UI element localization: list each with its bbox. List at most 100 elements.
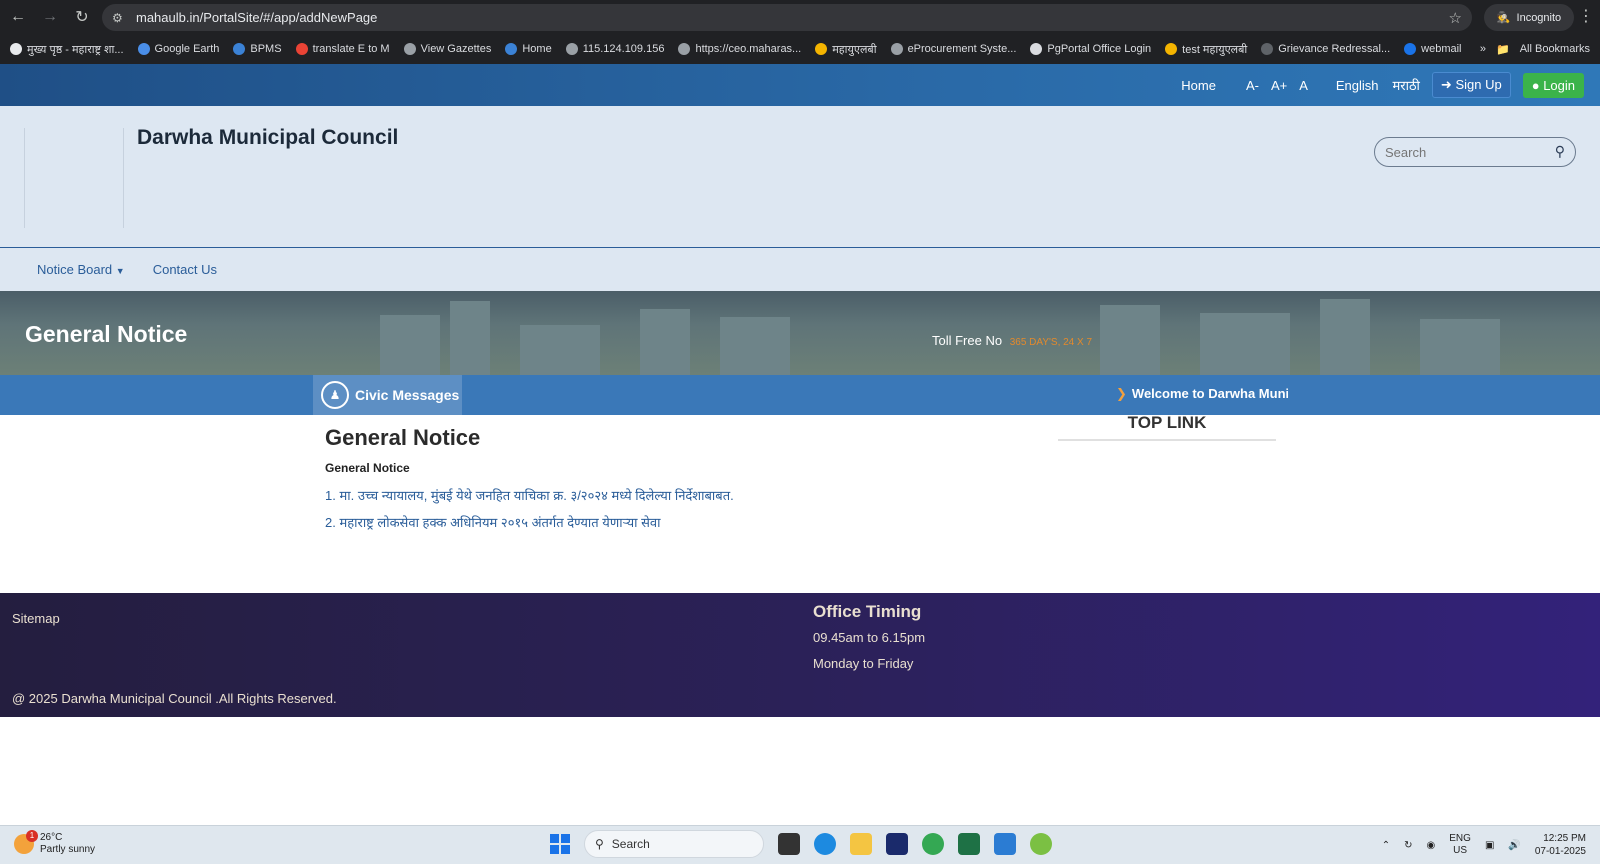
bookmark-favicon-icon: [1404, 43, 1417, 55]
banner-skyline: [380, 315, 440, 375]
banner-skyline: [1420, 319, 1500, 375]
app-green-icon[interactable]: [1030, 833, 1052, 855]
bookmark-item[interactable]: Google Earth: [137, 43, 219, 55]
office-timing-hours: 09.45am to 6.15pm: [813, 630, 926, 645]
signup-button[interactable]: ➜ Sign Up: [1431, 72, 1511, 98]
banner-skyline: [720, 317, 790, 375]
bookmark-favicon-icon: [1030, 43, 1043, 55]
civic-messages-bar: ♟ Civic Messages ❯ Welcome to Darwha Muni…: [0, 375, 1600, 415]
bookmark-item[interactable]: 115.124.109.156: [565, 43, 665, 55]
notice-link[interactable]: 1. मा. उच्च न्यायालय, मुंबई येथे जनहित य…: [325, 486, 734, 504]
login-button[interactable]: ● Login: [1522, 72, 1584, 98]
welcome-marquee: ❯ Welcome to Darwha Municip: [1116, 386, 1288, 402]
bookmark-item[interactable]: translate E to M: [295, 43, 390, 55]
font-increase-button[interactable]: A+: [1271, 78, 1287, 93]
bookmark-label: 115.124.109.156: [582, 43, 665, 55]
menu-notice-board[interactable]: Notice Board ▼: [37, 262, 125, 277]
search-input[interactable]: [1385, 144, 1545, 160]
all-bookmarks-link[interactable]: All Bookmarks: [1520, 43, 1590, 55]
bookmark-item[interactable]: PgPortal Office Login: [1030, 43, 1151, 55]
bookmark-label: translate E to M: [312, 43, 390, 55]
user-icon: ●: [1531, 77, 1540, 93]
language-indicator[interactable]: ENG US: [1449, 833, 1471, 857]
sitemap-link[interactable]: Sitemap: [12, 611, 60, 626]
caret-down-icon: ▼: [115, 266, 125, 276]
bookmark-item[interactable]: test महायुएलबी: [1165, 42, 1247, 57]
search-icon[interactable]: ⚲: [1555, 143, 1565, 160]
bookmarks-overflow-icon[interactable]: »: [1480, 43, 1486, 55]
bookmark-label: Grievance Redressal...: [1278, 43, 1391, 55]
back-arrow-icon[interactable]: ←: [4, 3, 32, 31]
chevron-right-icon: ❯: [1116, 386, 1127, 401]
banner-skyline: [1320, 299, 1370, 375]
bookmark-label: मुख्य पृष्ठ - महाराष्ट्र शा...: [27, 43, 124, 56]
bookmark-favicon-icon: [815, 43, 828, 55]
chrome-icon[interactable]: [922, 833, 944, 855]
windows-start-icon[interactable]: [550, 834, 570, 854]
group-icon: ♟: [321, 381, 349, 409]
banner-skyline: [640, 309, 690, 375]
site-info-icon[interactable]: ⚙: [112, 11, 130, 25]
taskbar-search-label: Search: [611, 837, 650, 851]
reload-icon[interactable]: ↻: [68, 3, 96, 31]
bookmark-item[interactable]: webmail: [1404, 43, 1462, 55]
bookmark-item[interactable]: View Gazettes: [403, 43, 491, 55]
font-decrease-button[interactable]: A-: [1246, 78, 1259, 93]
search-icon: ⚲: [595, 837, 604, 851]
bookmark-favicon-icon: [890, 43, 903, 55]
menu-contact-us[interactable]: Contact Us: [153, 262, 217, 277]
weather-sun-icon: 1: [14, 830, 38, 854]
tray-overflow-icon[interactable]: ⌃: [1382, 840, 1390, 851]
top-link-heading: TOP LINK: [1058, 413, 1276, 441]
taskbar-search[interactable]: ⚲ Search: [584, 830, 764, 858]
bookmark-favicon-icon: [678, 43, 691, 55]
file-explorer-dark-icon[interactable]: [778, 833, 800, 855]
weather-widget[interactable]: 1 26°C Partly sunny: [14, 830, 96, 856]
bookmarks-right: » 📁 All Bookmarks: [1480, 34, 1590, 64]
bookmark-item[interactable]: BPMS: [233, 43, 282, 55]
font-normal-button[interactable]: A: [1299, 78, 1308, 93]
toll-free: Toll Free No 365 DAY'S, 24 X 7: [932, 333, 1092, 348]
folder-icon[interactable]: [850, 833, 872, 855]
bookmark-item[interactable]: Grievance Redressal...: [1261, 43, 1390, 55]
signup-label: Sign Up: [1455, 77, 1502, 92]
lang-english-link[interactable]: English: [1336, 78, 1379, 93]
browser-menu-icon[interactable]: ⋮: [1578, 6, 1594, 26]
weather-temp: 26°C: [40, 832, 63, 843]
all-bookmarks-folder-icon: 📁: [1496, 43, 1510, 56]
bookmark-label: महायुएलबी: [832, 43, 877, 56]
edge-icon[interactable]: [814, 833, 836, 855]
lang-marathi-link[interactable]: मराठी: [1393, 76, 1420, 94]
excel-icon[interactable]: [958, 833, 980, 855]
banner-title: General Notice: [25, 321, 188, 347]
civic-messages-tab[interactable]: ♟ Civic Messages: [313, 375, 462, 415]
toll-free-value: 365 DAY'S, 24 X 7: [1009, 337, 1093, 348]
sync-icon[interactable]: ↻: [1404, 840, 1412, 851]
address-bar[interactable]: ⚙ mahaulb.in/PortalSite/#/app/addNewPage…: [102, 4, 1472, 31]
weather-desc: Partly sunny: [40, 844, 96, 855]
url-text[interactable]: mahaulb.in/PortalSite/#/app/addNewPage: [136, 10, 377, 25]
bookmark-favicon-icon: [10, 43, 22, 55]
volume-icon[interactable]: 🔊: [1508, 840, 1520, 851]
bookmark-item[interactable]: https://ceo.maharas...: [678, 43, 801, 55]
clock[interactable]: 12:25 PM 07-01-2025: [1535, 832, 1586, 858]
bookmark-item[interactable]: महायुएलबी: [815, 42, 877, 57]
incognito-indicator[interactable]: 🕵 Incognito: [1484, 4, 1574, 31]
notepad-icon[interactable]: [994, 833, 1016, 855]
bookmark-star-icon[interactable]: ☆: [1449, 9, 1462, 27]
notice-link[interactable]: 2. महाराष्ट्र लोकसेवा हक्क अधिनियम २०१५ …: [325, 513, 661, 531]
bookmark-item[interactable]: मुख्य पृष्ठ - महाराष्ट्र शा...: [10, 42, 124, 57]
lang-bottom: US: [1453, 845, 1468, 856]
bookmark-item[interactable]: Home: [505, 43, 552, 55]
network-icon[interactable]: ▣: [1485, 840, 1494, 851]
security-icon[interactable]: ◉: [1427, 840, 1436, 851]
bookmark-label: webmail: [1421, 43, 1462, 55]
forward-arrow-icon[interactable]: →: [36, 3, 64, 31]
bookmark-label: Home: [522, 43, 552, 55]
bookmark-favicon-icon: [565, 43, 578, 55]
civic-messages-label: Civic Messages: [355, 387, 460, 403]
webex-icon[interactable]: [886, 833, 908, 855]
incognito-icon: 🕵: [1496, 12, 1511, 24]
home-link[interactable]: Home: [1181, 78, 1216, 93]
bookmark-item[interactable]: eProcurement Syste...: [890, 43, 1016, 55]
